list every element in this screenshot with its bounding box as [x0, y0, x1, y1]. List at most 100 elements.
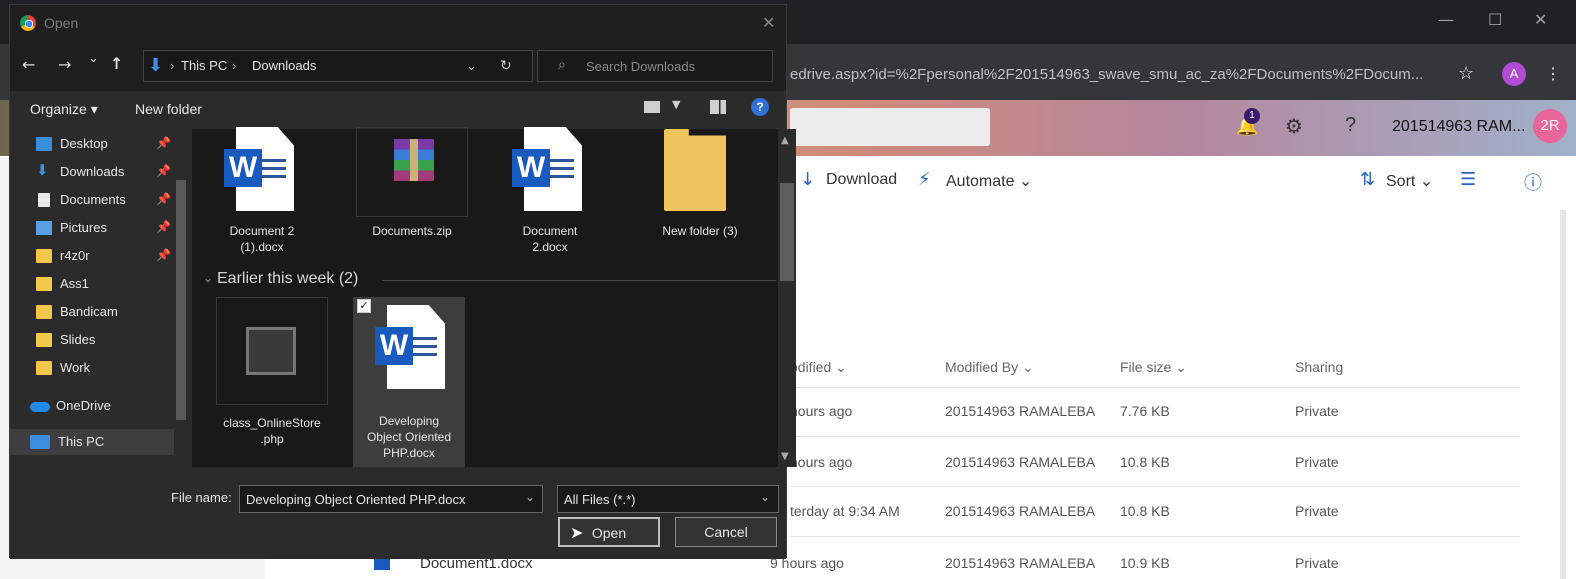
cell-sharing[interactable]: Private [1295, 555, 1339, 571]
column-sharing[interactable]: Sharing [1295, 359, 1343, 375]
download-icon[interactable]: ↓ [800, 169, 815, 190]
chevron-down-icon[interactable]: ⌄ [525, 490, 535, 504]
view-mode-icon[interactable] [644, 101, 660, 113]
automate-icon[interactable]: ⚡ [918, 169, 931, 190]
browser-menu-icon[interactable]: ⋮ [1545, 64, 1561, 84]
sidebar-item-this-pc[interactable]: This PC [10, 429, 180, 455]
path-segment-downloads[interactable]: Downloads [252, 58, 316, 73]
cancel-button[interactable]: Cancel [675, 517, 777, 547]
file-item[interactable]: class_OnlineStore .php [216, 297, 328, 467]
gear-icon[interactable]: ⚙ [1285, 114, 1303, 138]
collapse-chevron-icon[interactable]: ⌄ [203, 271, 213, 285]
checkbox-icon[interactable]: ✓ [357, 299, 371, 313]
group-divider [382, 280, 776, 281]
sidebar-item-label: Ass1 [60, 276, 89, 291]
group-header[interactable]: Earlier this week (2) [217, 270, 358, 288]
word-w-letter: W [512, 149, 550, 187]
mouse-cursor-icon: ➤ [570, 523, 584, 542]
file-item[interactable]: New folder (3) [644, 127, 756, 267]
info-icon[interactable]: ⓘ [1524, 169, 1542, 195]
pin-icon[interactable]: 📌 [156, 248, 171, 262]
sidebar-item-slides[interactable]: Slides [10, 327, 180, 353]
pictures-icon [36, 221, 52, 235]
row-divider [790, 387, 1520, 388]
dialog-close-icon[interactable]: ✕ [762, 13, 775, 32]
sidebar-item-label: This PC [58, 434, 105, 449]
cloud-icon [30, 402, 50, 412]
sort-icon[interactable]: ⇅ [1360, 169, 1375, 190]
file-name: Document 2 (1).docx [229, 224, 295, 254]
maximize-icon[interactable]: ☐ [1488, 10, 1502, 29]
profile-avatar[interactable]: A [1502, 62, 1526, 86]
minimize-icon[interactable]: — [1438, 10, 1454, 29]
close-icon[interactable]: ✕ [1534, 10, 1547, 29]
scroll-down-icon[interactable]: ▼ [781, 451, 789, 462]
preview-pane-icon[interactable] [710, 100, 726, 114]
file-name-input[interactable]: Developing Object Oriented PHP.docx [239, 485, 543, 513]
forward-arrow-icon[interactable]: → [58, 55, 71, 74]
file-item-selected[interactable]: ✓ W Developing Object Oriented PHP.docx [353, 297, 465, 467]
sidebar-item-desktop[interactable]: Desktop 📌 [10, 131, 180, 157]
view-options-icon[interactable]: ☰ [1460, 169, 1476, 190]
search-input[interactable]: ⌕ Search Downloads [537, 50, 773, 82]
file-item[interactable]: W Document 2.docx [494, 127, 606, 267]
download-button[interactable]: Download [826, 171, 897, 189]
user-name[interactable]: 201514963 RAM... [1392, 118, 1525, 136]
sidebar-item-bandicam[interactable]: Bandicam [10, 299, 180, 325]
downloads-arrow-icon: ⬇ [148, 55, 164, 76]
page-scrollbar[interactable] [1560, 210, 1566, 579]
url-field[interactable]: edrive.aspx?id=%2Fpersonal%2F201514963_s… [790, 66, 1423, 83]
column-file-size[interactable]: File size ⌄ [1120, 359, 1187, 376]
sidebar-item-downloads[interactable]: ⬇ Downloads 📌 [10, 159, 180, 185]
up-arrow-icon[interactable]: ↑ [110, 54, 123, 73]
file-item[interactable]: W Document 2 (1).docx [206, 127, 318, 267]
user-avatar[interactable]: 2R [1533, 109, 1567, 143]
path-segment-this-pc[interactable]: This PC [181, 58, 227, 73]
sidebar-item-onedrive[interactable]: OneDrive [10, 393, 180, 419]
help-icon[interactable]: ? [751, 98, 769, 116]
sidebar-item-pictures[interactable]: Pictures 📌 [10, 215, 180, 241]
organize-menu[interactable]: Organize ▾ [30, 101, 98, 118]
new-folder-button[interactable]: New folder [135, 101, 202, 117]
cell-sharing[interactable]: Private [1295, 503, 1339, 519]
sidebar-item-label: Work [60, 360, 91, 375]
path-dropdown-icon[interactable]: ⌄ [466, 58, 477, 74]
bookmark-star-icon[interactable]: ☆ [1458, 63, 1474, 84]
chevron-down-icon[interactable]: ⌄ [760, 490, 770, 504]
sharepoint-search-box[interactable] [790, 108, 990, 146]
pin-icon[interactable]: 📌 [156, 164, 171, 178]
sidebar-item-label: Documents [60, 192, 126, 207]
pin-icon[interactable]: 📌 [156, 192, 171, 206]
cell-modified: terday at 9:34 AM [790, 503, 900, 519]
address-path[interactable]: ⬇ › This PC › Downloads ⌄ ↻ [143, 50, 533, 82]
scroll-up-icon[interactable]: ▲ [781, 135, 789, 146]
file-type-select[interactable]: All Files (*.*) [557, 485, 779, 513]
automate-button[interactable]: Automate ⌄ [946, 171, 1032, 191]
view-dropdown-icon[interactable]: ▼ [672, 98, 680, 111]
pin-icon[interactable]: 📌 [156, 220, 171, 234]
cell-sharing[interactable]: Private [1295, 403, 1339, 419]
refresh-icon[interactable]: ↻ [500, 57, 512, 74]
word-w-letter: W [375, 327, 413, 365]
sidebar-item-documents[interactable]: Documents 📌 [10, 187, 180, 213]
sidebar-item-work[interactable]: Work [10, 355, 180, 381]
content-scrollbar[interactable] [778, 129, 796, 467]
notification-badge: 1 [1244, 108, 1260, 124]
sidebar-item-ass1[interactable]: Ass1 [10, 271, 180, 297]
column-modified[interactable]: odified ⌄ [790, 359, 847, 376]
sort-button[interactable]: Sort ⌄ [1386, 171, 1433, 191]
help-icon[interactable]: ? [1345, 114, 1356, 137]
nav-scrollbar-thumb[interactable] [176, 180, 186, 420]
recent-locations-icon[interactable]: ⌄ [88, 51, 99, 66]
column-modified-by[interactable]: Modified By ⌄ [945, 359, 1034, 376]
file-item[interactable]: Documents.zip [356, 127, 468, 267]
sidebar-item-r4z0r[interactable]: r4z0r 📌 [10, 243, 180, 269]
column-modified-by-label: Modified By [945, 359, 1019, 375]
content-scrollbar-thumb[interactable] [780, 183, 794, 281]
pin-icon[interactable]: 📌 [156, 136, 171, 150]
back-arrow-icon[interactable]: ← [22, 55, 35, 74]
cell-sharing[interactable]: Private [1295, 454, 1339, 470]
cell-modified-by: 201514963 RAMALEBA [945, 454, 1096, 470]
sidebar-item-label: Slides [60, 332, 96, 347]
folder-icon [36, 361, 52, 375]
